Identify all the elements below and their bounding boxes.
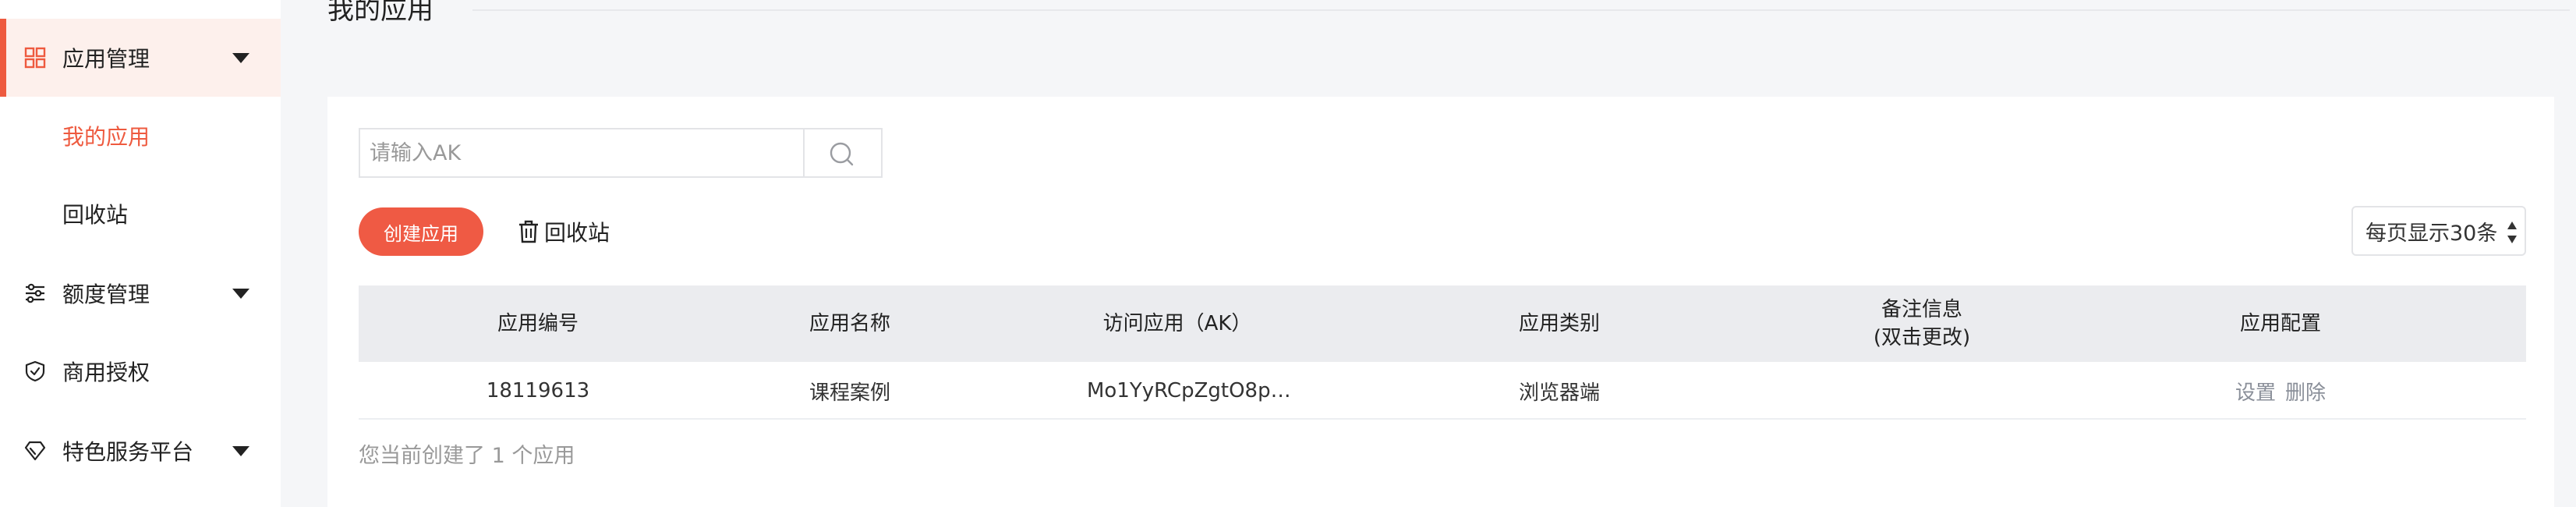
column-header-label: 备注信息 — [1881, 298, 1962, 321]
sidebar-item-label: 商用授权 — [62, 360, 150, 385]
sidebar: 应用管理 我的应用 回收站 额度管理 商用授权 特色服务平台 — [0, 0, 281, 507]
column-header: 应用编号 — [359, 285, 717, 362]
sidebar-subitem-label: 回收站 — [62, 202, 129, 228]
sidebar-item-app-management[interactable]: 应用管理 — [0, 19, 281, 97]
search-icon — [830, 142, 854, 166]
column-header: 应用配置 — [2097, 285, 2464, 362]
create-app-button[interactable]: 创建应用 — [359, 207, 483, 256]
column-header-label: 应用编号 — [497, 312, 579, 335]
app-name-cell: 课程案例 — [809, 381, 890, 405]
column-header-label: 应用类别 — [1518, 312, 1600, 335]
column-header: 应用类别 — [1372, 285, 1746, 362]
column-header: 访问应用（AK） — [982, 285, 1372, 362]
table-row: 18119613 课程案例 Mo1YyRCpZgtO8p… 浏览器端 设置 删除 — [359, 362, 2526, 420]
table-header: 应用编号 应用名称 访问应用（AK） 应用类别 备注信息 (双击更改) 应用配置 — [359, 285, 2526, 362]
page-size-label: 每页显示30条 — [2365, 221, 2498, 246]
recycle-bin-label: 回收站 — [544, 220, 610, 246]
sidebar-subitem-recycle[interactable]: 回收站 — [0, 175, 281, 253]
sidebar-item-quota[interactable]: 额度管理 — [0, 254, 281, 332]
app-actions-cell: 设置 删除 — [2097, 362, 2464, 420]
sidebar-item-label: 额度管理 — [62, 282, 150, 307]
app-note-cell[interactable] — [1746, 362, 2097, 420]
search-input[interactable] — [360, 129, 805, 176]
trash-icon — [519, 220, 538, 243]
sidebar-item-commercial-license[interactable]: 商用授权 — [0, 332, 281, 410]
column-header-label: 访问应用（AK） — [1102, 312, 1252, 335]
shield-check-icon — [25, 360, 45, 382]
sidebar-item-feature-services[interactable]: 特色服务平台 — [0, 412, 281, 490]
column-header: 应用名称 — [717, 285, 982, 362]
chevron-down-icon — [232, 288, 249, 299]
page-title: 我的应用 — [327, 0, 433, 26]
app-count-text: 您当前创建了 1 个应用 — [359, 444, 575, 468]
settings-link[interactable]: 设置 — [2235, 377, 2276, 406]
column-header-sublabel: (双击更改) — [1873, 326, 1971, 349]
sidebar-item-label: 应用管理 — [62, 46, 150, 72]
search-box — [359, 128, 805, 178]
app-id-cell: 18119613 — [486, 379, 590, 402]
search-button[interactable] — [805, 128, 883, 178]
grid-icon — [24, 47, 46, 69]
recycle-bin-button[interactable]: 回收站 — [518, 215, 610, 248]
sidebar-subitem-label: 我的应用 — [62, 124, 150, 150]
delete-link[interactable]: 删除 — [2285, 377, 2326, 406]
chevron-down-icon — [232, 52, 249, 63]
app-ak-cell: Mo1YyRCpZgtO8p… — [1087, 379, 1291, 402]
column-header-label: 应用配置 — [2239, 312, 2321, 335]
divider — [472, 9, 2570, 11]
select-arrows-icon — [2507, 222, 2517, 243]
sidebar-item-label: 特色服务平台 — [62, 439, 194, 465]
column-header-label: 应用名称 — [809, 312, 890, 335]
column-header: 备注信息 (双击更改) — [1746, 285, 2097, 362]
sidebar-subitem-my-apps[interactable]: 我的应用 — [0, 97, 281, 175]
diamond-icon — [24, 441, 46, 461]
page-size-select[interactable]: 每页显示30条 — [2351, 206, 2526, 256]
app-category-cell: 浏览器端 — [1518, 381, 1600, 405]
sliders-icon — [26, 283, 44, 303]
chevron-down-icon — [232, 445, 249, 456]
